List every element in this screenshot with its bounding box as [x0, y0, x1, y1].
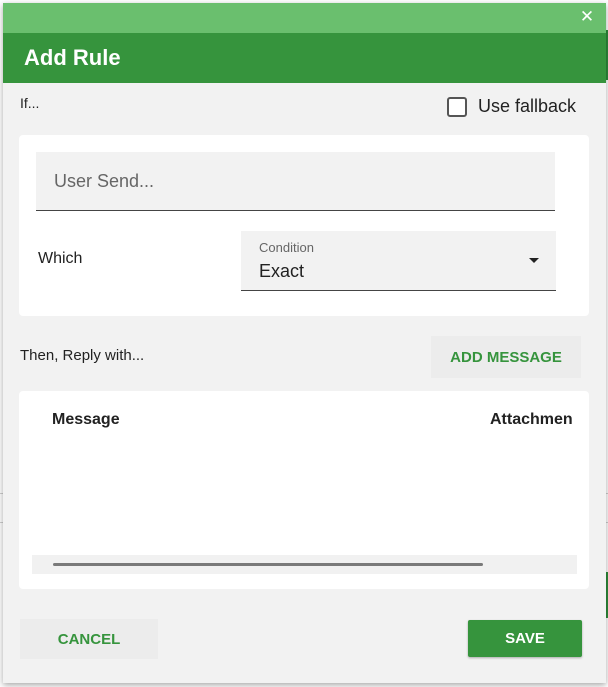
user-send-input[interactable] — [36, 152, 555, 211]
messages-table: Message Attachmen — [19, 391, 589, 589]
checkbox-box[interactable] — [447, 96, 467, 117]
add-rule-dialog: ✕ Add Rule If... Use fallback Which Cond… — [3, 3, 606, 683]
save-button[interactable]: SAVE — [468, 620, 582, 657]
add-message-button[interactable]: ADD MESSAGE — [431, 336, 581, 378]
caret-down-icon[interactable] — [529, 258, 539, 263]
cancel-button[interactable]: CANCEL — [20, 619, 158, 659]
use-fallback-label[interactable]: Use fallback — [478, 96, 576, 117]
then-reply-label: Then, Reply with... — [20, 347, 145, 364]
condition-select-caption: Condition — [259, 240, 314, 255]
dialog-title: Add Rule — [24, 45, 121, 70]
close-icon[interactable]: ✕ — [578, 8, 596, 26]
dialog-top-bar: ✕ — [3, 3, 606, 33]
condition-select[interactable]: Condition Exact — [241, 231, 556, 291]
use-fallback-checkbox[interactable]: Use fallback — [447, 96, 576, 117]
horizontal-scrollbar[interactable] — [32, 555, 577, 574]
scrollbar-thumb[interactable] — [53, 563, 483, 566]
which-label: Which — [38, 250, 83, 267]
condition-card: Which Condition Exact — [19, 135, 589, 316]
column-header-message[interactable]: Message — [52, 411, 120, 429]
dialog-header: Add Rule — [3, 33, 606, 83]
condition-select-value: Exact — [259, 261, 305, 281]
if-label: If... — [20, 95, 40, 111]
column-header-attachment[interactable]: Attachmen — [490, 411, 573, 429]
